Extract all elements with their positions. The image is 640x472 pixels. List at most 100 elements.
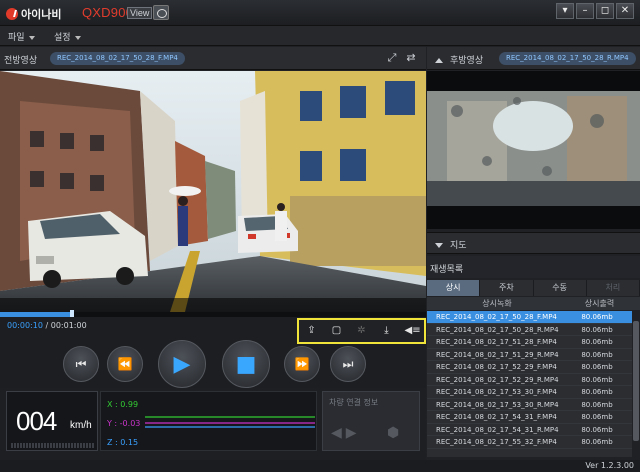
list-item[interactable]: REC_2014_08_02_17_50_28_F.MP4 80.06mb xyxy=(427,311,640,324)
rear-video-label-text: 후방영상 xyxy=(450,56,484,66)
speed-value: 004 xyxy=(16,406,57,436)
turn-signal-icon: ◀▶ xyxy=(331,425,361,441)
rear-video-label: 후방영상 xyxy=(435,53,483,66)
scrollbar-thumb[interactable] xyxy=(633,321,639,441)
collapse-icon[interactable] xyxy=(435,58,443,63)
list-item[interactable]: REC_2014_08_02_17_54_31_R.MP4 80.06mb xyxy=(427,424,640,436)
menu-settings-label: 설정 xyxy=(54,33,71,43)
map-header[interactable]: 지도 xyxy=(427,232,640,254)
maximize-button[interactable]: ◻ xyxy=(596,3,614,19)
tab-parking[interactable]: 주차 xyxy=(480,280,534,296)
rewind-icon: ⏪ xyxy=(117,357,133,371)
playlist-label: 재생목록 xyxy=(430,265,464,275)
file-name: REC_2014_08_02_17_53_30_F.MP4 xyxy=(436,388,557,396)
file-size: 80.06mb xyxy=(581,400,613,409)
list-item[interactable]: REC_2014_08_02_17_53_30_R.MP4 80.06mb xyxy=(427,399,640,411)
version-label: Ver 1.2.3.00 xyxy=(585,461,634,470)
list-item[interactable]: REC_2014_08_02_17_52_29_R.MP4 80.06mb xyxy=(427,374,640,386)
column-size[interactable]: 상시출력 xyxy=(567,297,632,310)
vehicle-info-title: 차량 연결 정보 xyxy=(329,398,379,407)
rear-video-view[interactable] xyxy=(427,71,640,229)
tab-processed[interactable]: 처리 xyxy=(587,280,640,296)
file-name: REC_2014_08_02_17_54_31_R.MP4 xyxy=(436,425,559,434)
g-sensor-y: Y : -0.03 xyxy=(107,419,141,428)
menu-file[interactable]: 파일 xyxy=(8,30,35,43)
playlist-list: REC_2014_08_02_17_50_28_F.MP4 80.06mb REC_… xyxy=(427,311,640,457)
file-name: REC_2014_08_02_17_51_28_F.MP4 xyxy=(436,338,557,346)
speed-unit: km/h xyxy=(70,420,92,431)
export-icon[interactable]: ⇪ xyxy=(305,325,319,337)
dropdown-button[interactable]: ▾ xyxy=(556,3,574,19)
fast-forward-icon: ⏩ xyxy=(294,357,310,371)
file-name: REC_2014_08_02_17_52_29_F.MP4 xyxy=(436,363,557,371)
swap-icon[interactable]: ⇄ xyxy=(405,52,417,64)
skip-previous-button[interactable]: ⏮ xyxy=(63,346,99,382)
list-item[interactable]: REC_2014_08_02_17_54_31_F.MP4 80.06mb xyxy=(427,411,640,424)
settings-icon[interactable]: ✲ xyxy=(355,325,369,337)
file-size: 80.06mb xyxy=(581,425,613,434)
window-controls: ▾ – ◻ ✕ xyxy=(556,3,634,19)
title-bar: 아이나비 QXD900 View ▾ – ◻ ✕ xyxy=(0,0,640,26)
chevron-down-icon xyxy=(28,35,35,40)
file-name: REC_2014_08_02_17_50_28_F.MP4 xyxy=(436,313,557,321)
list-item[interactable]: REC_2014_08_02_17_55_32_F.MP4 80.06mb xyxy=(427,436,640,449)
map-label-text: 지도 xyxy=(450,241,467,251)
skip-previous-icon: ⏮ xyxy=(75,356,87,371)
skip-next-icon: ⏭ xyxy=(342,356,354,371)
total-time: / 00:01:00 xyxy=(45,321,87,330)
crop-icon[interactable]: ▢ xyxy=(330,325,344,337)
rewind-button[interactable]: ⏪ xyxy=(107,346,143,382)
video-tools: ⇪ ▢ ✲ ⤓ ◀≡ xyxy=(297,318,426,344)
stop-button[interactable]: ■ xyxy=(222,340,270,388)
speed-gauge xyxy=(11,443,95,448)
download-icon[interactable]: ⤓ xyxy=(380,325,394,337)
playlist-tabs: 상시 주차 수동 처리 xyxy=(427,280,640,296)
list-item[interactable]: REC_2014_08_02_17_50_28_R.MP4 80.06mb xyxy=(427,324,640,336)
rear-file-name: REC_2014_08_02_17_50_28_R.MP4 xyxy=(499,52,636,65)
list-item[interactable]: REC_2014_08_02_17_51_28_F.MP4 80.06mb xyxy=(427,336,640,349)
file-size: 80.06mb xyxy=(581,388,613,396)
menu-settings[interactable]: 설정 xyxy=(54,30,81,43)
fast-forward-button[interactable]: ⏩ xyxy=(284,346,320,382)
playlist-header: 재생목록 xyxy=(427,256,640,278)
minimize-button[interactable]: – xyxy=(576,3,594,19)
column-name[interactable]: 상시녹화 xyxy=(427,297,567,310)
playlist-columns: 상시녹화 상시출력 xyxy=(427,297,640,310)
front-video-frame xyxy=(0,71,426,312)
front-video-header: 전방영상 REC_2014_08_02_17_50_28_F.MP4 ⤢ ⇄ xyxy=(0,47,426,70)
g-sensor-z: Z : 0.15 xyxy=(107,438,139,447)
volume-icon[interactable]: ◀≡ xyxy=(405,325,421,337)
list-item[interactable]: REC_2014_08_02_17_53_30_F.MP4 80.06mb xyxy=(427,386,640,399)
vehicle-info-panel: 차량 연결 정보 ◀▶ ⬢ xyxy=(322,391,420,451)
g-sensor-x: X : 0.99 xyxy=(107,400,139,409)
file-size: 80.06mb xyxy=(581,313,613,321)
list-item[interactable]: REC_2014_08_02_17_51_29_R.MP4 80.06mb xyxy=(427,349,640,361)
file-size: 80.06mb xyxy=(581,413,613,421)
model-name: QXD900 xyxy=(82,5,134,20)
close-button[interactable]: ✕ xyxy=(616,3,634,19)
play-icon: ▶ xyxy=(173,351,191,377)
file-size: 80.06mb xyxy=(581,375,613,384)
skip-next-button[interactable]: ⏭ xyxy=(330,346,366,382)
camera-icon[interactable] xyxy=(153,5,169,20)
fullscreen-icon[interactable]: ⤢ xyxy=(386,52,398,64)
tab-continuous[interactable]: 상시 xyxy=(427,280,481,296)
speed-display: 004 km/h xyxy=(6,391,98,451)
scrollbar[interactable] xyxy=(632,311,640,457)
expand-icon xyxy=(435,243,443,248)
rear-video-header: 후방영상 REC_2014_08_02_17_50_28_R.MP4 xyxy=(427,47,640,70)
elapsed-time: 00:00:10 xyxy=(7,321,43,330)
tab-manual[interactable]: 수동 xyxy=(534,280,587,296)
brake-icon: ⬢ xyxy=(387,425,400,441)
playback-controls: 00:00:10 / 00:01:00 ⇪ ▢ ✲ ⤓ ◀≡ ⏮ ⏪ ▶ ■ ⏩… xyxy=(0,317,426,388)
front-video-view[interactable] xyxy=(0,71,426,312)
file-name: REC_2014_08_02_17_53_30_R.MP4 xyxy=(436,400,559,409)
file-size: 80.06mb xyxy=(581,350,613,359)
map-label: 지도 xyxy=(435,238,467,251)
list-item[interactable]: REC_2014_08_02_17_52_29_F.MP4 80.06mb xyxy=(427,361,640,374)
menu-bar: 파일 설정 xyxy=(0,26,640,46)
file-size: 80.06mb xyxy=(581,363,613,371)
stop-icon: ■ xyxy=(235,351,257,377)
file-name: REC_2014_08_02_17_52_29_R.MP4 xyxy=(436,375,559,384)
play-button[interactable]: ▶ xyxy=(158,340,206,388)
